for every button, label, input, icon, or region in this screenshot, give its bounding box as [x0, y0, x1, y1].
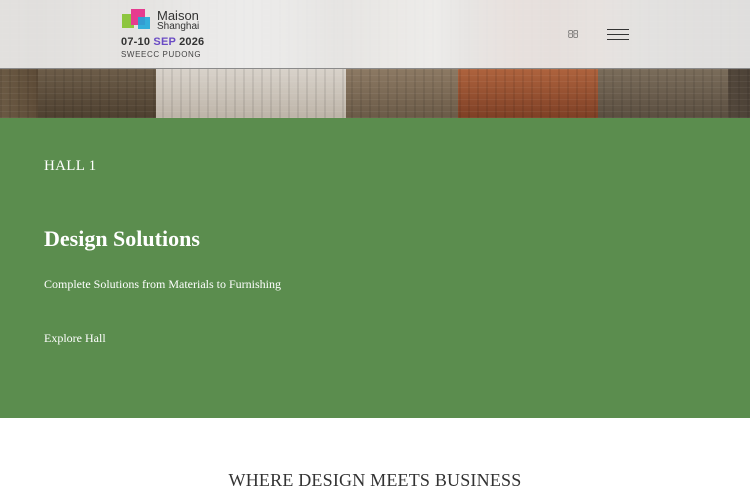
- logo-mark-icon: [122, 8, 152, 30]
- logo-city: Shanghai: [157, 21, 200, 32]
- logo-dates-days: 07-10: [121, 36, 151, 48]
- explore-hall-label: Explore Hall: [44, 331, 106, 345]
- logo-dates-year: 2026: [179, 36, 205, 48]
- logo-dates: 07-10 SEP 2026: [121, 36, 204, 48]
- hall-label: HALL 1: [44, 158, 97, 174]
- search-icon[interactable]: : [565, 26, 581, 44]
- site-logo[interactable]: Maison Shanghai 07-10 SEP 2026 SWEECC PU…: [121, 8, 213, 60]
- explore-hall-link[interactable]: Explore Hall: [44, 331, 106, 346]
- hall-panel: HALL 1 Design Solutions Complete Solutio…: [0, 118, 750, 418]
- logo-venue: SWEECC PUDONG: [121, 50, 202, 59]
- logo-dates-month: SEP: [153, 36, 176, 48]
- hall-title: Design Solutions: [44, 226, 200, 251]
- site-header: Maison Shanghai 07-10 SEP 2026 SWEECC PU…: [0, 0, 750, 69]
- hamburger-menu-icon[interactable]: [607, 28, 629, 40]
- section-tagline: WHERE DESIGN MEETS BUSINESS: [228, 470, 522, 490]
- hall-description: Complete Solutions from Materials to Fur…: [44, 277, 281, 291]
